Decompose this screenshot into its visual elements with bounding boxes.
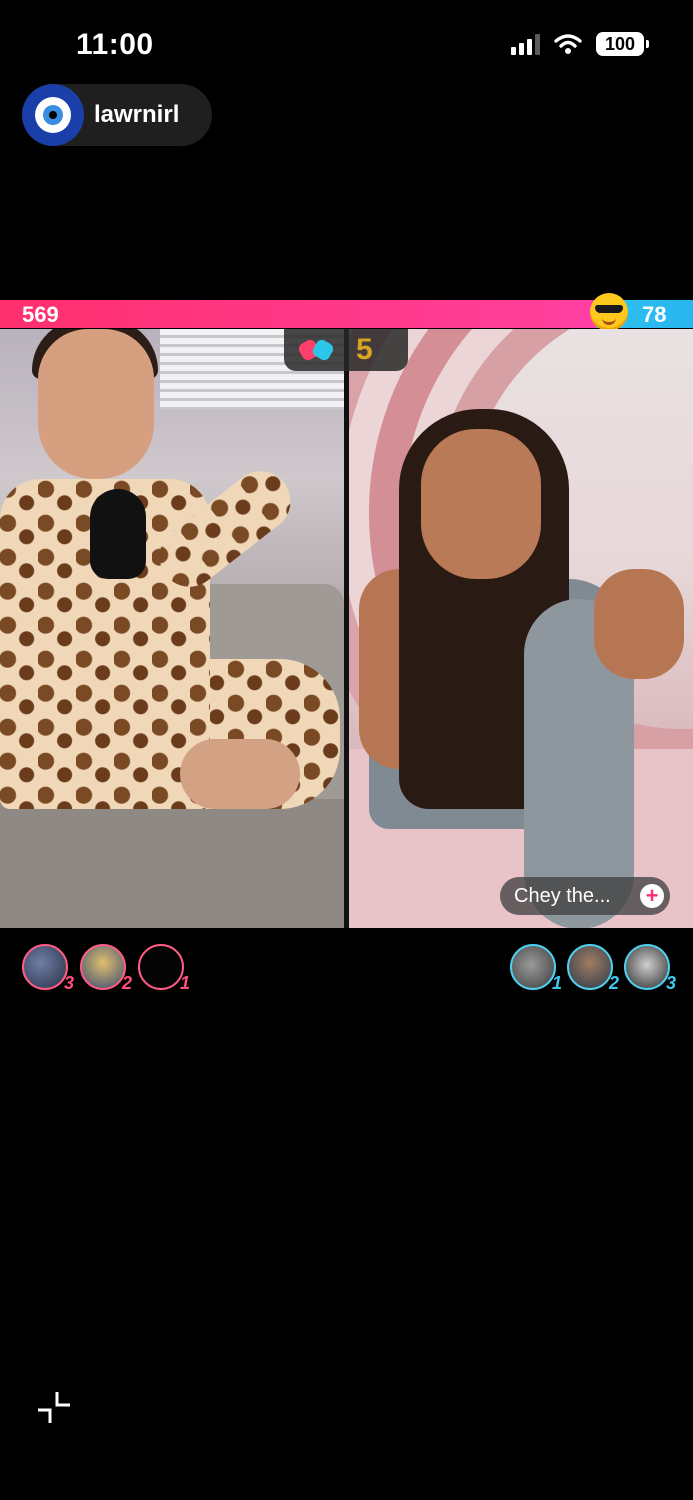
microphone bbox=[90, 489, 146, 579]
gifter-rank: 2 bbox=[121, 973, 132, 993]
left-gifter-avatar[interactable]: 3 bbox=[22, 944, 74, 993]
match-counter: 5 bbox=[284, 329, 408, 371]
battery-level: 100 bbox=[596, 32, 644, 56]
boxing-gloves-icon bbox=[296, 337, 336, 363]
left-gifter-avatar[interactable]: 2 bbox=[80, 944, 132, 993]
signal-bars-icon bbox=[511, 33, 540, 55]
gifter-rank: 1 bbox=[551, 973, 562, 993]
opponent-name: Chey the... bbox=[514, 884, 611, 907]
status-time: 11:00 bbox=[76, 28, 154, 61]
minimize-icon[interactable] bbox=[36, 1390, 72, 1426]
gifter-rank: 1 bbox=[179, 973, 190, 993]
status-indicators: 100 bbox=[511, 32, 649, 56]
host-username: lawrnirl bbox=[94, 101, 180, 128]
gifter-rank: 3 bbox=[665, 973, 676, 993]
right-gifter-avatar[interactable]: 3 bbox=[624, 944, 676, 993]
opponent-name-pill[interactable]: Chey the... + bbox=[500, 877, 670, 915]
left-score: 569 bbox=[22, 302, 59, 327]
gifter-rank: 2 bbox=[608, 973, 619, 993]
right-gifter-avatar[interactable]: 2 bbox=[567, 944, 619, 993]
wifi-icon bbox=[554, 33, 582, 55]
host-profile-pill[interactable]: lawrnirl bbox=[22, 84, 212, 146]
right-score: 78 bbox=[642, 302, 667, 327]
match-count: 5 bbox=[356, 333, 373, 366]
right-gifter-avatar[interactable]: 1 bbox=[510, 944, 562, 993]
battle-score-bar bbox=[0, 300, 693, 328]
gifter-rank: 3 bbox=[63, 973, 74, 993]
evil-eye-avatar[interactable] bbox=[22, 84, 84, 146]
left-gifter-avatar[interactable]: 1 bbox=[138, 944, 190, 993]
plus-icon[interactable]: + bbox=[640, 884, 664, 908]
sunglasses-emoji-icon bbox=[590, 293, 628, 331]
left-video-feed[interactable] bbox=[0, 329, 344, 928]
battery-icon: 100 bbox=[596, 32, 649, 56]
right-video-feed[interactable] bbox=[349, 329, 693, 928]
